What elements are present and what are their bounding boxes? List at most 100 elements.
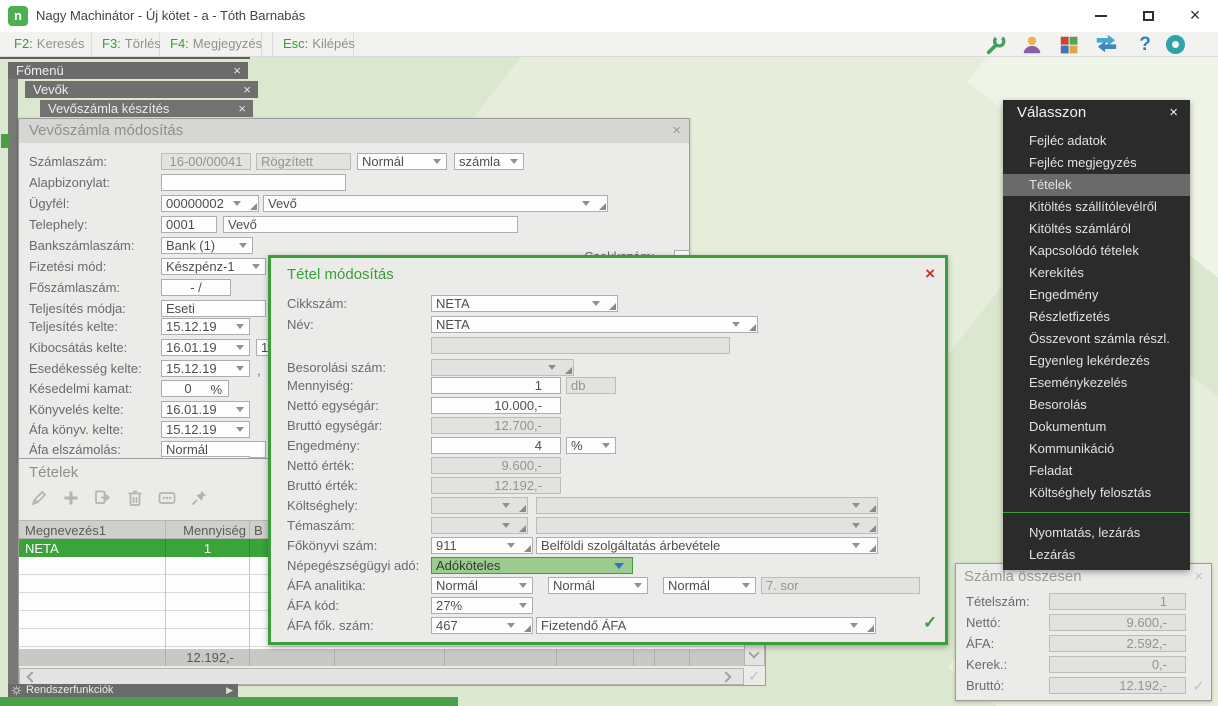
window-titlebar[interactable]: n Nagy Machinátor - Új kötet - a - Tóth … <box>0 0 1218 32</box>
cikkszam-combo[interactable]: NETA <box>431 295 618 312</box>
konyveles-dropdown[interactable]: 16.01.19 <box>161 401 250 418</box>
close-icon[interactable]: × <box>1194 568 1203 585</box>
menu-item-feladat[interactable]: Feladat <box>1003 460 1190 482</box>
close-icon[interactable]: × <box>233 62 241 79</box>
window-vevok-titlebar[interactable]: Vevők × <box>25 81 258 98</box>
scroll-right-icon[interactable] <box>720 671 731 682</box>
tipus-dropdown[interactable]: Normál <box>357 153 447 170</box>
alapbizonylat-field[interactable] <box>161 174 346 191</box>
menu-item-fejlec-adatok[interactable]: Fejléc adatok <box>1003 130 1190 152</box>
afa-fok-nev-combo[interactable]: Fizetendő ÁFA <box>536 617 876 634</box>
menu-item-besorolas[interactable]: Besorolás <box>1003 394 1190 416</box>
modules-grid-icon[interactable] <box>1058 34 1084 56</box>
menu-item-fejlec-megjegyzes[interactable]: Fejléc megjegyzés <box>1003 152 1190 174</box>
afa-analitika-dropdown-3[interactable]: Normál <box>663 577 756 594</box>
help-icon[interactable]: ? <box>1132 34 1158 56</box>
user-icon[interactable] <box>1020 34 1046 56</box>
close-icon[interactable]: × <box>925 264 935 284</box>
scroll-down-icon[interactable] <box>748 647 759 658</box>
close-icon[interactable]: × <box>1169 104 1178 121</box>
bankszamla-dropdown[interactable]: Bank (1) <box>161 237 253 254</box>
engedmeny-field[interactable]: 4 <box>431 437 561 454</box>
close-icon[interactable]: × <box>238 100 246 117</box>
confirm-check-icon[interactable]: ✓ <box>923 613 937 633</box>
menu-item-egyenleg-lekerdezes[interactable]: Egyenleg lekérdezés <box>1003 350 1190 372</box>
close-icon[interactable]: × <box>672 119 681 143</box>
nepegeszsegugyi-ado-dropdown[interactable]: Adóköteles <box>431 557 633 574</box>
netto-egysegar-field[interactable]: 10.000,- <box>431 397 561 414</box>
help-glyph: ? <box>1139 34 1151 55</box>
menu-item-comment[interactable]: F4:Megjegyzés <box>160 32 262 56</box>
menu-item-reszletfizetes[interactable]: Részletfizetés <box>1003 306 1190 328</box>
menu-item-esemenykezeles[interactable]: Eseménykezelés <box>1003 372 1190 394</box>
kesedelmi-field[interactable]: 0% <box>161 380 229 397</box>
ugyfel-nev-combo[interactable]: Vevő <box>263 195 608 212</box>
menu-item-kommunikacio[interactable]: Kommunikáció <box>1003 438 1190 460</box>
bizonylat-dropdown[interactable]: számla <box>454 153 524 170</box>
combo-corner-icon <box>565 367 572 374</box>
temaszam-nev-combo[interactable] <box>536 517 878 534</box>
scroll-left-icon[interactable] <box>26 671 37 682</box>
close-button[interactable]: × <box>1174 0 1216 32</box>
fizetesimod-dropdown[interactable]: Készpénz-1 <box>161 258 266 275</box>
teljesitesmodja-field[interactable]: Eseti <box>161 300 266 317</box>
edit-icon[interactable] <box>29 488 49 508</box>
esedekesseg-dropdown[interactable]: 15.12.19 <box>161 360 250 377</box>
menu-item-kitoltes-szallitolevelrol[interactable]: Kitöltés szállítólevélről <box>1003 196 1190 218</box>
besorolasi-combo[interactable] <box>431 359 574 376</box>
add-icon[interactable] <box>61 488 81 508</box>
menu-item-search[interactable]: F2:Keresés <box>4 32 92 56</box>
confirm-check-icon[interactable]: ✓ <box>748 667 761 685</box>
window-fomenu-titlebar[interactable]: Főmenü × <box>8 62 248 79</box>
afa-analitika-dropdown-2[interactable]: Normál <box>548 577 648 594</box>
window-keszites-titlebar[interactable]: Vevőszámla készítés × <box>40 100 253 117</box>
menu-item-koltseghely-felosztas[interactable]: Költséghely felosztás <box>1003 482 1190 504</box>
menu-item-lezaras[interactable]: Lezárás <box>1003 544 1190 566</box>
teljesiteskelte-dropdown[interactable]: 15.12.19 <box>161 318 250 335</box>
afa-kod-dropdown[interactable]: 27% <box>431 597 533 614</box>
window-vevoszamla-modositas-titlebar[interactable]: Vevőszámla módosítás × <box>19 119 689 143</box>
engedmeny-unit-dropdown[interactable]: % <box>566 437 616 454</box>
fokonyvi-kod-combo[interactable]: 911 <box>431 537 533 554</box>
afa-analitika-dropdown-1[interactable]: Normál <box>431 577 533 594</box>
koltseghely-nev-combo[interactable] <box>536 497 878 514</box>
transfer-arrows-icon[interactable] <box>1094 34 1120 56</box>
more-options-icon[interactable] <box>157 488 177 508</box>
kibocsatas-dropdown[interactable]: 16.01.19 <box>161 339 250 356</box>
menu-item-engedmeny[interactable]: Engedmény <box>1003 284 1190 306</box>
afakonyv-dropdown[interactable]: 15.12.19 <box>161 421 250 438</box>
menu-item-osszevont-szamla[interactable]: Összevont számla részl. <box>1003 328 1190 350</box>
copy-icon[interactable] <box>93 488 113 508</box>
minimize-button[interactable] <box>1080 0 1122 32</box>
confirm-check-icon[interactable]: ✓ <box>1192 677 1205 695</box>
about-icon[interactable] <box>1162 34 1188 56</box>
menu-item-tetelek[interactable]: Tételek <box>1003 174 1190 196</box>
menu-item-delete[interactable]: F3:Törlés <box>92 32 160 56</box>
rendszerfunkciok-bar[interactable]: Rendszerfunkciók ▶ <box>8 684 238 697</box>
menu-item-dokumentum[interactable]: Dokumentum <box>1003 416 1190 438</box>
menu-item-nyomtatas-lezaras[interactable]: Nyomtatás, lezárás <box>1003 522 1190 544</box>
temaszam-kod-combo[interactable] <box>431 517 528 534</box>
combo-corner-icon <box>869 505 876 512</box>
nev-combo[interactable]: NETA <box>431 316 758 333</box>
ugyfel-kod-combo[interactable]: 00000002 <box>161 195 259 212</box>
menu-item-exit[interactable]: Esc:Kilépés <box>272 32 354 56</box>
foszamlaszam-field[interactable]: - / <box>161 279 231 296</box>
pin-icon[interactable] <box>189 488 209 508</box>
horizontal-scrollbar[interactable] <box>19 668 744 685</box>
koltseghely-kod-combo[interactable] <box>431 497 528 514</box>
fokonyvi-nev-combo[interactable]: Belföldi szolgáltatás árbevétele <box>536 537 878 554</box>
close-icon[interactable]: × <box>243 81 251 98</box>
combo-corner-icon <box>599 203 606 210</box>
menu-item-kapcsolodo-tetelek[interactable]: Kapcsolódó tételek <box>1003 240 1190 262</box>
telephely-kod-field[interactable]: 0001 <box>161 216 217 233</box>
netto-ertek-field: 9.600,- <box>431 457 561 474</box>
delete-trash-icon[interactable] <box>125 488 145 508</box>
tools-wrench-icon[interactable] <box>984 34 1010 56</box>
afa-fok-kod-combo[interactable]: 467 <box>431 617 533 634</box>
maximize-button[interactable] <box>1127 0 1169 32</box>
telephely-nev-field[interactable]: Vevő <box>223 216 518 233</box>
menu-item-kerekites[interactable]: Kerekítés <box>1003 262 1190 284</box>
mennyiseg-field[interactable]: 1 <box>431 377 561 394</box>
menu-item-kitoltes-szamlarol[interactable]: Kitöltés számláról <box>1003 218 1190 240</box>
